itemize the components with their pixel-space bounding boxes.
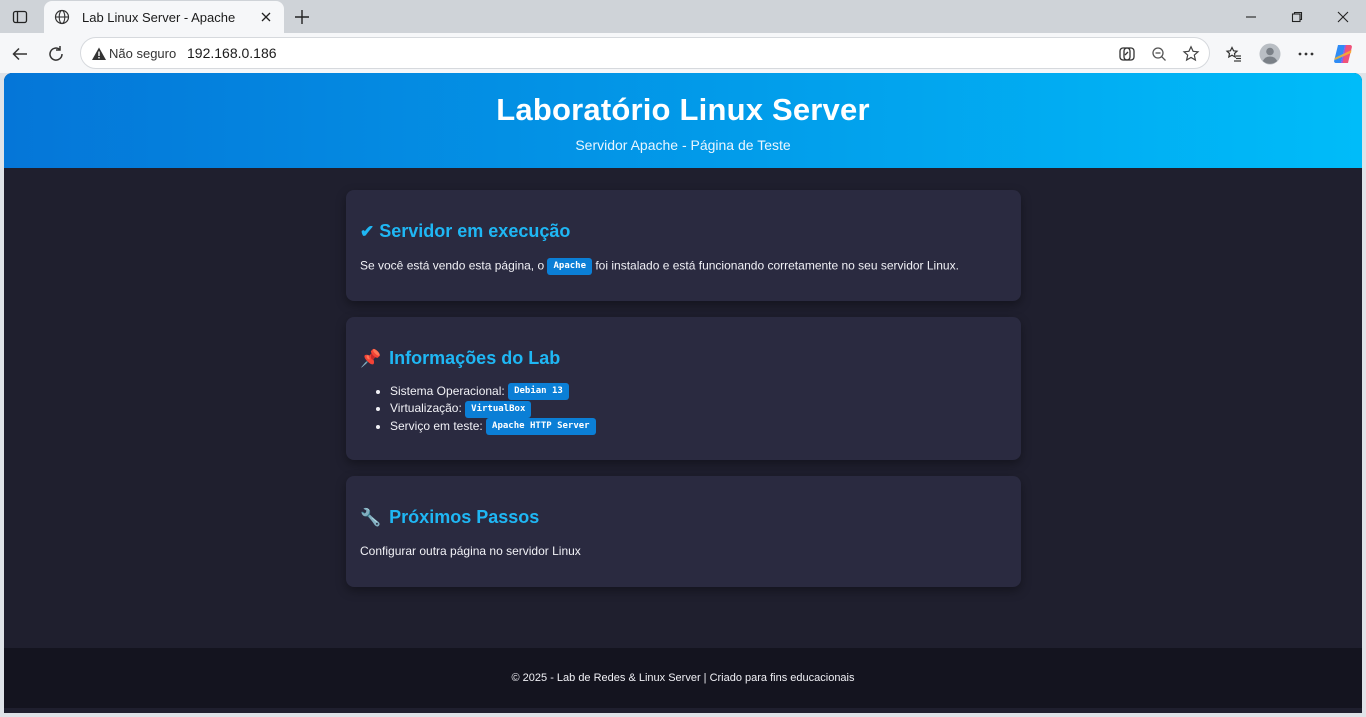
card-heading-text: Próximos Passos [389, 507, 540, 527]
item-value-code: VirtualBox [465, 400, 532, 418]
tab-bar: Lab Linux Server - Apache [0, 0, 1366, 33]
card-heading: 📌 Informações do Lab [360, 348, 1007, 369]
page-title: Laboratório Linux Server [496, 92, 870, 127]
card-lab-info: 📌 Informações do Lab Sistema Operacional… [346, 317, 1021, 460]
refresh-icon[interactable] [43, 41, 69, 67]
warning-icon[interactable] [91, 46, 107, 62]
zoom-out-icon[interactable] [1149, 44, 1169, 64]
page-header: Laboratório Linux Server Servidor Apache… [4, 73, 1362, 168]
restore-icon[interactable] [1274, 0, 1320, 33]
back-arrow-icon[interactable] [7, 41, 33, 67]
item-value-code: Debian 13 [508, 383, 569, 401]
globe-icon [54, 9, 70, 25]
page-subtitle: Servidor Apache - Página de Teste [575, 137, 791, 153]
address-toolbar: Não seguro 192.168.0.186 [0, 33, 1366, 73]
card-body: Configurar outra página no servidor Linu… [360, 544, 581, 558]
url-text[interactable]: 192.168.0.186 [187, 45, 277, 61]
read-aloud-icon[interactable] [1117, 44, 1137, 64]
pushpin-icon: 📌 [360, 348, 382, 368]
body-text-before: Se você está vendo esta página, o [360, 258, 545, 273]
address-bar[interactable]: Não seguro 192.168.0.186 [80, 37, 1210, 69]
card-heading-text: Servidor em execução [379, 221, 571, 241]
item-value-code: Apache HTTP Server [486, 417, 596, 435]
card-heading: 🔧 Próximos Passos [360, 507, 1007, 528]
card-body: Se você está vendo esta página, o Apache… [360, 258, 1007, 275]
close-tab-icon[interactable] [258, 9, 274, 25]
list-item: Sistema Operacional: Debian 13 [390, 383, 1007, 401]
profile-icon[interactable] [1258, 42, 1282, 66]
item-label: Sistema Operacional: [390, 384, 505, 398]
card-server-running: ✔ Servidor em execução Se você está vend… [346, 190, 1021, 301]
wrench-icon: 🔧 [360, 507, 382, 527]
browser-tab[interactable]: Lab Linux Server - Apache [44, 1, 284, 33]
minimize-icon[interactable] [1228, 0, 1274, 33]
code-apache: Apache [547, 258, 592, 275]
not-secure-label[interactable]: Não seguro [109, 46, 176, 61]
check-icon: ✔ [360, 221, 375, 241]
item-label: Serviço em teste: [390, 418, 483, 433]
page-footer: © 2025 - Lab de Redes & Linux Server | C… [4, 648, 1362, 708]
lab-info-list: Sistema Operacional: Debian 13 Virtualiz… [360, 383, 1007, 435]
card-heading: ✔ Servidor em execução [360, 221, 1007, 242]
close-window-icon[interactable] [1320, 0, 1366, 33]
card-next-steps: 🔧 Próximos Passos Configurar outra págin… [346, 476, 1021, 587]
footer-text: © 2025 - Lab de Redes & Linux Server | C… [511, 672, 855, 684]
copilot-icon[interactable] [1331, 42, 1355, 66]
list-item: Serviço em teste: Apache HTTP Server [390, 417, 1007, 435]
list-item: Virtualização: VirtualBox [390, 400, 1007, 418]
favorites-icon[interactable] [1222, 42, 1246, 66]
page-viewport: Laboratório Linux Server Servidor Apache… [4, 73, 1362, 713]
favorite-star-icon[interactable] [1181, 44, 1201, 64]
more-options-icon[interactable] [1294, 42, 1318, 66]
body-text-after: foi instalado e está funcionando correta… [595, 258, 959, 273]
new-tab-icon[interactable] [290, 5, 314, 29]
tab-actions-icon[interactable] [8, 6, 32, 28]
card-heading-text: Informações do Lab [389, 348, 561, 368]
item-label: Virtualização: [390, 401, 462, 416]
tab-title: Lab Linux Server - Apache [82, 9, 236, 25]
